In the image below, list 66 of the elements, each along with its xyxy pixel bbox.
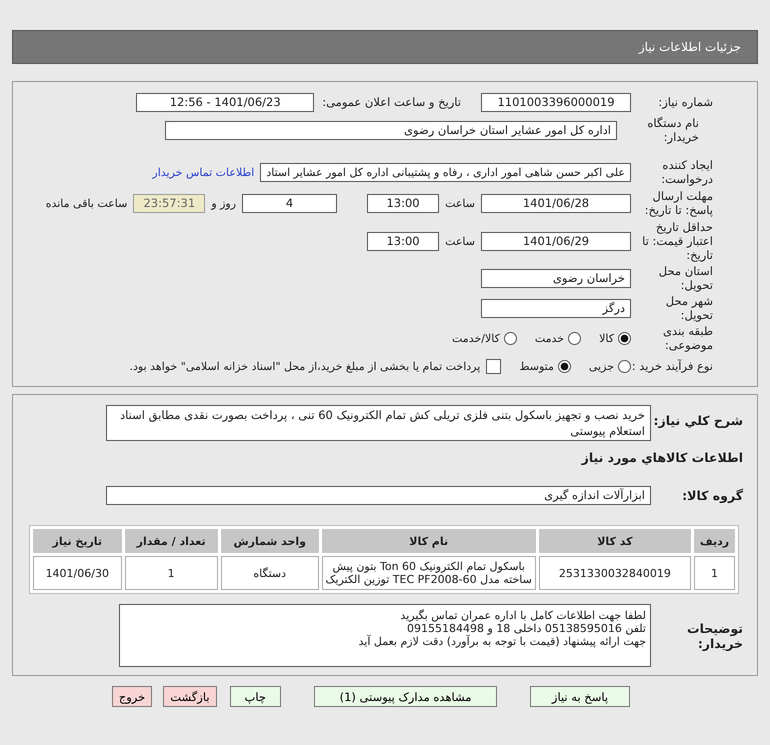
radio-label: متوسط xyxy=(519,360,554,372)
field-label: تاریخ و ساعت اعلان عمومی: xyxy=(322,95,461,109)
field-label: مهلت ارسال پاسخ: تا تاریخ: xyxy=(644,189,714,217)
radio-button[interactable] xyxy=(504,332,517,344)
column-header: ردیف xyxy=(694,529,735,553)
action-button[interactable]: چاپ xyxy=(230,686,281,707)
radio-button[interactable] xyxy=(618,360,631,372)
field-label: شرح کلي نياز: xyxy=(652,412,744,428)
radio-label: کالا/خدمت xyxy=(452,332,500,344)
action-button[interactable]: بازگشت xyxy=(163,686,217,707)
buyer-contact-link[interactable]: اطلاعات تماس خریدار xyxy=(152,166,254,178)
radio-button[interactable] xyxy=(568,332,582,344)
goods-group-field: ابزارآلات اندازه گیری xyxy=(106,486,651,504)
city-field: درگز xyxy=(481,298,631,318)
radio-button[interactable] xyxy=(618,332,631,344)
table-cell: 1401/06/30 xyxy=(33,556,122,590)
field-label: استان محل تحویل: xyxy=(658,264,714,292)
table-cell: باسکول تمام الکترونیک Ton 60 بتون پیش ساخته مدل TEC PF2008-60 توزین الکتریک xyxy=(322,556,536,590)
checkbox[interactable] xyxy=(486,358,502,374)
page-title: جزئیات اطلاعات نیاز xyxy=(638,40,741,54)
field-label: نام دستگاه خریدار: xyxy=(646,116,700,144)
days-label: روز و xyxy=(211,196,236,210)
remaining-label: ساعت باقی مانده xyxy=(46,196,128,210)
column-header: کد کالا xyxy=(538,529,691,553)
description-field: خرید نصب و تجهیز باسکول بتنی فلزی تریلی کش تمام الکترونیک 60 تنی ، پرداخت بصورت نقدی مطابق اسناد استعلام پیوستی xyxy=(106,405,651,441)
action-button[interactable]: خروج xyxy=(112,686,152,707)
checkbox-label: پرداخت تمام یا بخشی از مبلغ خرید،از محل "اسناد خزانه اسلامی" خواهد بود. xyxy=(130,360,480,372)
table-cell: 1 xyxy=(124,556,218,590)
days-field: 4 xyxy=(242,194,338,212)
radio-button[interactable] xyxy=(558,360,571,372)
column-header: تاریخ نیاز xyxy=(33,529,122,553)
reply-date-field: 1401/06/28 xyxy=(481,194,631,212)
column-header: واحد شمارش xyxy=(220,529,319,553)
buyer-org-field: اداره کل امور عشایر استان خراسان رضوی xyxy=(165,120,617,140)
radio-label: جزیی xyxy=(588,360,614,372)
field-label: حداقل تاریخ اعتبار قیمت: تا تاریخ: xyxy=(641,220,714,262)
note-line: تلفن 05138595016 داخلی 18 و 09155184498 xyxy=(406,622,646,635)
remaining-time-field: 23:57:31 xyxy=(133,194,206,212)
field-label: طبقه بندی موضوعی: xyxy=(662,324,714,352)
action-button[interactable]: پاسخ به نیاز xyxy=(530,686,630,707)
field-label: شماره نیاز: xyxy=(657,95,714,109)
province-field: خراسان رضوی xyxy=(481,268,631,288)
validity-date-field: 1401/06/29 xyxy=(481,232,631,250)
table-cell: 2531330032840019 xyxy=(538,556,691,590)
table-cell: دستگاه xyxy=(220,556,319,590)
field-label: شهر محل تحویل: xyxy=(664,294,714,322)
table-cell: 1 xyxy=(694,556,735,590)
radio-label: خدمت xyxy=(534,332,564,344)
time-label: ساعت xyxy=(445,196,475,210)
field-label: ایجاد کننده درخواست: xyxy=(660,158,714,186)
requester-field: علی اکبر حسن شاهی امور اداری ، رفاه و پشتیبانی اداره کل امور عشایر استاد xyxy=(260,162,631,182)
note-line: جهت ارائه پیشنهاد (قیمت با توجه به برآورد) دقت لازم بعمل آید xyxy=(358,635,646,648)
validity-time-field: 13:00 xyxy=(367,232,440,250)
action-button[interactable]: مشاهده مدارک پیوستی (1) xyxy=(314,686,497,707)
section-title: اطلاعات کالاهاي مورد نياز xyxy=(582,450,743,464)
reply-time-field: 13:00 xyxy=(367,194,440,212)
field-label: توضیحات خریدار: xyxy=(686,620,744,650)
field-label: نوع فرآیند خرید : xyxy=(631,359,714,373)
announce-date-field: 1401/06/23 - 12:56 xyxy=(136,92,314,112)
note-line: لطفا جهت اطلاعات کامل با اداره عمران تماس بگیرید xyxy=(399,609,646,622)
field-label: گروه کالا: xyxy=(681,488,744,502)
radio-label: کالا xyxy=(599,332,614,344)
need-number-field: 1101003396000019 xyxy=(481,92,631,112)
time-label: ساعت xyxy=(445,234,475,248)
column-header: نام کالا xyxy=(322,529,536,553)
column-header: تعداد / مقدار xyxy=(124,529,218,553)
